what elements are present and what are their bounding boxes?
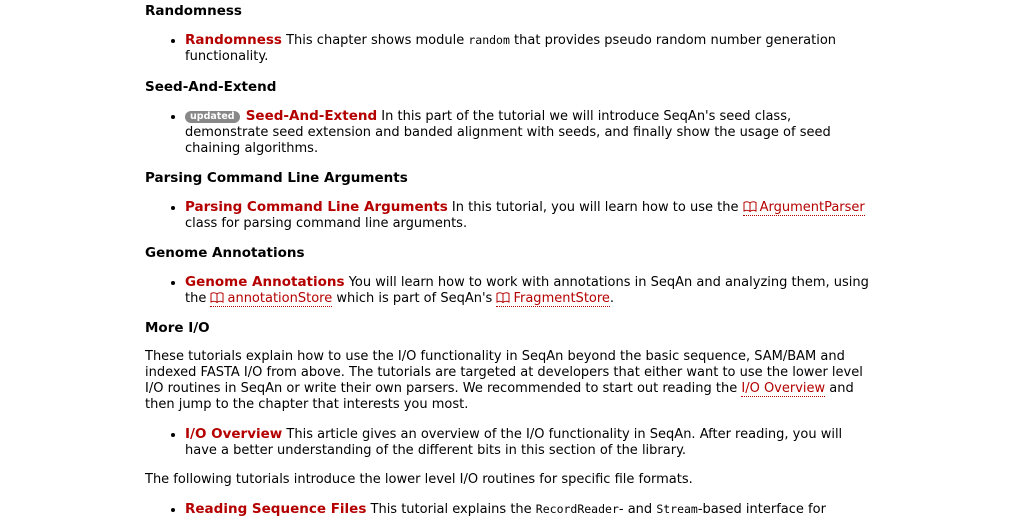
list-item: Reading Sequence Files This tutorial exp… xyxy=(185,501,875,518)
section-heading-genome: Genome Annotations xyxy=(145,245,305,261)
list-genome: Genome Annotations You will learn how to… xyxy=(145,274,875,307)
list-item: Randomness This chapter shows module ran… xyxy=(185,32,875,65)
list-item: updated Seed-And-Extend In this part of … xyxy=(185,108,875,157)
section-heading-moreio: More I/O xyxy=(145,320,210,336)
annotationstore-doc-link[interactable]: annotationStore xyxy=(210,291,333,307)
list-file-formats: Reading Sequence Files This tutorial exp… xyxy=(145,501,875,518)
argumentparser-label: ArgumentParser xyxy=(759,200,865,215)
fragmentstore-doc-link[interactable]: FragmentStore xyxy=(496,291,610,307)
code-random: random xyxy=(468,33,510,47)
parsing-link[interactable]: Parsing Command Line Arguments xyxy=(185,199,448,215)
item-description: This chapter shows module xyxy=(286,33,465,48)
item-description: In this tutorial, you will learn how to … xyxy=(451,200,739,215)
section-heading-randomness: Randomness xyxy=(145,3,242,19)
list-parsing: Parsing Command Line Arguments In this t… xyxy=(145,199,875,232)
io-overview-inline-link[interactable]: I/O Overview xyxy=(741,381,826,397)
randomness-link[interactable]: Randomness xyxy=(185,32,282,48)
item-description-end: . xyxy=(609,291,615,306)
io-overview-link[interactable]: I/O Overview xyxy=(185,426,282,442)
fragmentstore-label: FragmentStore xyxy=(513,291,610,306)
item-description: This tutorial explains the xyxy=(370,502,532,517)
item-description-mid: - and xyxy=(618,502,653,517)
item-description-end: class for parsing command line arguments… xyxy=(185,216,468,231)
list-moreio: I/O Overview This article gives an overv… xyxy=(145,426,875,459)
reading-sequence-files-link[interactable]: Reading Sequence Files xyxy=(185,501,366,517)
argumentparser-doc-link[interactable]: ArgumentParser xyxy=(742,200,865,216)
genome-annotations-link[interactable]: Genome Annotations xyxy=(185,274,345,290)
book-icon xyxy=(210,292,224,303)
list-randomness: Randomness This chapter shows module ran… xyxy=(145,32,875,65)
section-heading-seed: Seed-And-Extend xyxy=(145,79,277,95)
annotationstore-label: annotationStore xyxy=(227,291,333,306)
section-heading-parsing: Parsing Command Line Arguments xyxy=(145,170,408,186)
item-description-end: -based interface for xyxy=(697,502,826,517)
seed-and-extend-link[interactable]: Seed-And-Extend xyxy=(246,108,377,124)
book-icon xyxy=(496,292,510,303)
following-text: The following tutorials introduce the lo… xyxy=(145,472,693,487)
moreio-intro: These tutorials explain how to use the I… xyxy=(145,349,875,413)
main-content: Randomness Randomness This chapter shows… xyxy=(145,3,875,518)
book-icon xyxy=(743,201,757,212)
item-description-end: that provides pseudo random number gener… xyxy=(185,33,837,64)
list-item: I/O Overview This article gives an overv… xyxy=(185,426,875,459)
item-description: This article gives an overview of the I/… xyxy=(185,427,843,458)
updated-badge: updated xyxy=(185,111,240,123)
list-item: Parsing Command Line Arguments In this t… xyxy=(185,199,875,232)
item-description-mid: which is part of SeqAn's xyxy=(336,291,493,306)
list-seed: updated Seed-And-Extend In this part of … xyxy=(145,108,875,157)
list-item: Genome Annotations You will learn how to… xyxy=(185,274,875,307)
